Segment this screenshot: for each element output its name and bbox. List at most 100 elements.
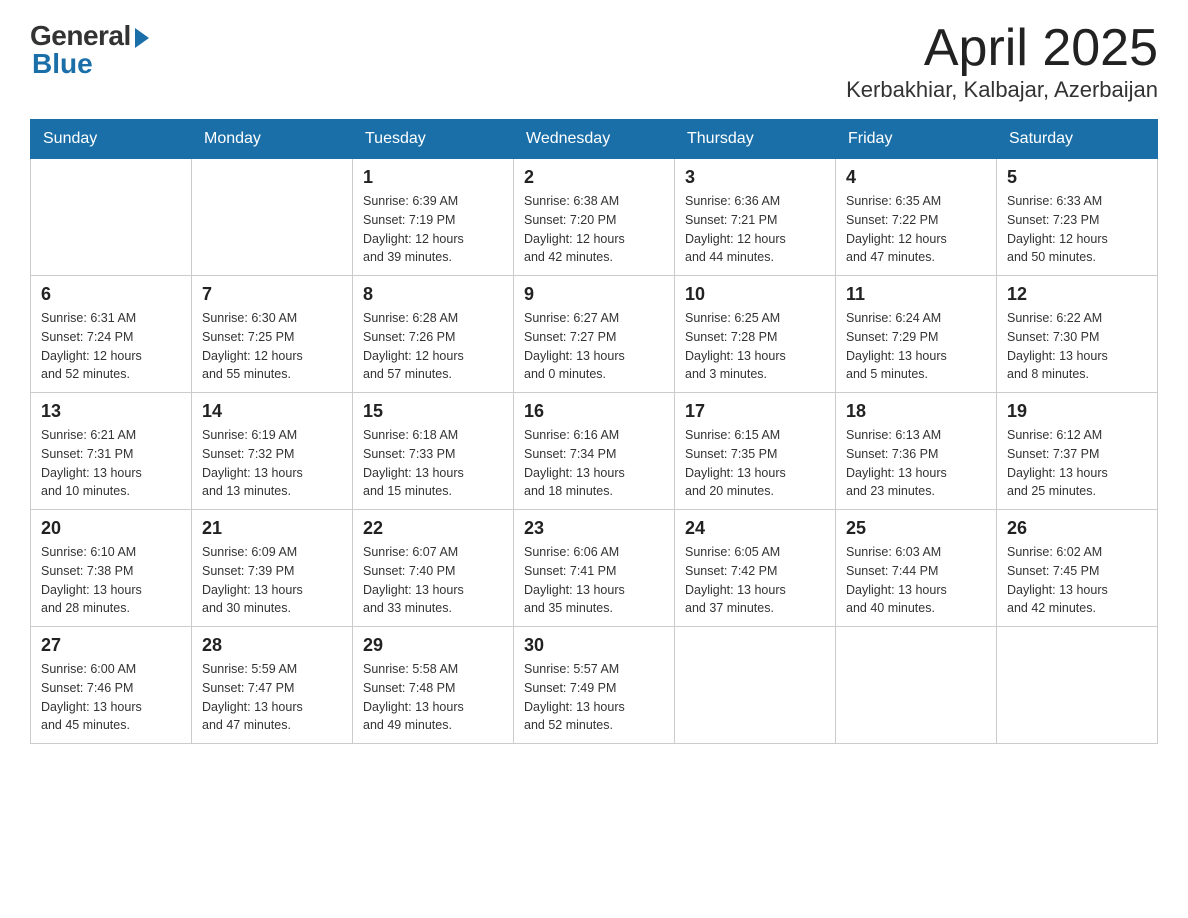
logo: General Blue	[30, 20, 149, 80]
day-number: 21	[202, 518, 342, 539]
calendar-cell: 6 Sunrise: 6:31 AM Sunset: 7:24 PM Daylig…	[31, 276, 192, 393]
day-number: 17	[685, 401, 825, 422]
day-number: 18	[846, 401, 986, 422]
calendar-cell: 13 Sunrise: 6:21 AM Sunset: 7:31 PM Dayli…	[31, 393, 192, 510]
day-number: 15	[363, 401, 503, 422]
calendar-cell: 21Sunrise: 6:09 AM Sunset: 7:39 PM Dayli…	[192, 510, 353, 627]
day-number: 19	[1007, 401, 1147, 422]
day-number: 27	[41, 635, 181, 656]
day-number: 28	[202, 635, 342, 656]
calendar-cell: 18 Sunrise: 6:13 AM Sunset: 7:36 PM Dayli…	[836, 393, 997, 510]
calendar-week-row: 1 Sunrise: 6:39 AM Sunset: 7:19 PM Daylig…	[31, 159, 1158, 276]
weekday-header-tuesday: Tuesday	[353, 120, 514, 159]
day-number: 26	[1007, 518, 1147, 539]
day-info: Sunrise: 6:25 AM Sunset: 7:28 PM Dayligh…	[685, 309, 825, 384]
day-info: Sunrise: 6:12 AM Sunset: 7:37 PM Dayligh…	[1007, 426, 1147, 501]
day-info: Sunrise: 6:18 AM Sunset: 7:33 PM Dayligh…	[363, 426, 503, 501]
calendar-cell: 16 Sunrise: 6:16 AM Sunset: 7:34 PM Dayli…	[514, 393, 675, 510]
calendar-cell	[836, 627, 997, 744]
calendar-cell	[192, 159, 353, 276]
day-number: 12	[1007, 284, 1147, 305]
weekday-header-monday: Monday	[192, 120, 353, 159]
calendar-cell: 20 Sunrise: 6:10 AM Sunset: 7:38 PM Dayli…	[31, 510, 192, 627]
day-number: 6	[41, 284, 181, 305]
day-number: 25	[846, 518, 986, 539]
day-number: 5	[1007, 167, 1147, 188]
month-title: April 2025	[846, 20, 1158, 77]
weekday-header-wednesday: Wednesday	[514, 120, 675, 159]
day-info: Sunrise: 6:16 AM Sunset: 7:34 PM Dayligh…	[524, 426, 664, 501]
calendar-week-row: 20 Sunrise: 6:10 AM Sunset: 7:38 PM Dayli…	[31, 510, 1158, 627]
day-info: Sunrise: 6:31 AM Sunset: 7:24 PM Dayligh…	[41, 309, 181, 384]
calendar-cell: 12 Sunrise: 6:22 AM Sunset: 7:30 PM Dayli…	[997, 276, 1158, 393]
day-number: 11	[846, 284, 986, 305]
day-info: Sunrise: 6:39 AM Sunset: 7:19 PM Dayligh…	[363, 192, 503, 267]
day-number: 4	[846, 167, 986, 188]
day-info: Sunrise: 6:19 AM Sunset: 7:32 PM Dayligh…	[202, 426, 342, 501]
calendar-week-row: 27 Sunrise: 6:00 AM Sunset: 7:46 PM Dayli…	[31, 627, 1158, 744]
calendar-week-row: 13 Sunrise: 6:21 AM Sunset: 7:31 PM Dayli…	[31, 393, 1158, 510]
calendar-cell: 27 Sunrise: 6:00 AM Sunset: 7:46 PM Dayli…	[31, 627, 192, 744]
day-info: Sunrise: 6:15 AM Sunset: 7:35 PM Dayligh…	[685, 426, 825, 501]
day-info: Sunrise: 6:06 AM Sunset: 7:41 PM Dayligh…	[524, 543, 664, 618]
location-title: Kerbakhiar, Kalbajar, Azerbaijan	[846, 77, 1158, 103]
title-section: April 2025 Kerbakhiar, Kalbajar, Azerbai…	[846, 20, 1158, 103]
day-number: 9	[524, 284, 664, 305]
day-info: Sunrise: 6:03 AM Sunset: 7:44 PM Dayligh…	[846, 543, 986, 618]
day-number: 13	[41, 401, 181, 422]
calendar-cell: 9Sunrise: 6:27 AM Sunset: 7:27 PM Daylig…	[514, 276, 675, 393]
day-number: 3	[685, 167, 825, 188]
day-info: Sunrise: 6:13 AM Sunset: 7:36 PM Dayligh…	[846, 426, 986, 501]
calendar-table: SundayMondayTuesdayWednesdayThursdayFrid…	[30, 119, 1158, 744]
weekday-header-thursday: Thursday	[675, 120, 836, 159]
day-info: Sunrise: 6:10 AM Sunset: 7:38 PM Dayligh…	[41, 543, 181, 618]
calendar-cell: 23 Sunrise: 6:06 AM Sunset: 7:41 PM Dayli…	[514, 510, 675, 627]
logo-blue-text: Blue	[32, 48, 93, 80]
day-info: Sunrise: 5:57 AM Sunset: 7:49 PM Dayligh…	[524, 660, 664, 735]
calendar-cell: 8 Sunrise: 6:28 AM Sunset: 7:26 PM Daylig…	[353, 276, 514, 393]
calendar-cell: 4 Sunrise: 6:35 AM Sunset: 7:22 PM Daylig…	[836, 159, 997, 276]
day-number: 23	[524, 518, 664, 539]
calendar-cell: 14 Sunrise: 6:19 AM Sunset: 7:32 PM Dayli…	[192, 393, 353, 510]
day-info: Sunrise: 6:36 AM Sunset: 7:21 PM Dayligh…	[685, 192, 825, 267]
weekday-header-sunday: Sunday	[31, 120, 192, 159]
day-info: Sunrise: 6:02 AM Sunset: 7:45 PM Dayligh…	[1007, 543, 1147, 618]
day-info: Sunrise: 6:35 AM Sunset: 7:22 PM Dayligh…	[846, 192, 986, 267]
calendar-cell: 1 Sunrise: 6:39 AM Sunset: 7:19 PM Daylig…	[353, 159, 514, 276]
day-info: Sunrise: 6:24 AM Sunset: 7:29 PM Dayligh…	[846, 309, 986, 384]
day-number: 30	[524, 635, 664, 656]
day-number: 14	[202, 401, 342, 422]
day-number: 24	[685, 518, 825, 539]
day-number: 1	[363, 167, 503, 188]
day-number: 2	[524, 167, 664, 188]
day-info: Sunrise: 6:21 AM Sunset: 7:31 PM Dayligh…	[41, 426, 181, 501]
day-info: Sunrise: 6:22 AM Sunset: 7:30 PM Dayligh…	[1007, 309, 1147, 384]
calendar-week-row: 6 Sunrise: 6:31 AM Sunset: 7:24 PM Daylig…	[31, 276, 1158, 393]
calendar-cell: 11 Sunrise: 6:24 AM Sunset: 7:29 PM Dayli…	[836, 276, 997, 393]
calendar-cell: 3 Sunrise: 6:36 AM Sunset: 7:21 PM Daylig…	[675, 159, 836, 276]
calendar-cell: 26 Sunrise: 6:02 AM Sunset: 7:45 PM Dayli…	[997, 510, 1158, 627]
calendar-cell	[31, 159, 192, 276]
day-info: Sunrise: 6:28 AM Sunset: 7:26 PM Dayligh…	[363, 309, 503, 384]
calendar-cell: 10 Sunrise: 6:25 AM Sunset: 7:28 PM Dayli…	[675, 276, 836, 393]
calendar-cell: 30 Sunrise: 5:57 AM Sunset: 7:49 PM Dayli…	[514, 627, 675, 744]
calendar-cell: 24Sunrise: 6:05 AM Sunset: 7:42 PM Dayli…	[675, 510, 836, 627]
weekday-header-saturday: Saturday	[997, 120, 1158, 159]
day-number: 8	[363, 284, 503, 305]
calendar-cell: 25 Sunrise: 6:03 AM Sunset: 7:44 PM Dayli…	[836, 510, 997, 627]
day-number: 20	[41, 518, 181, 539]
day-number: 16	[524, 401, 664, 422]
weekday-header-friday: Friday	[836, 120, 997, 159]
calendar-header-row: SundayMondayTuesdayWednesdayThursdayFrid…	[31, 120, 1158, 159]
day-number: 22	[363, 518, 503, 539]
calendar-cell: 15 Sunrise: 6:18 AM Sunset: 7:33 PM Dayli…	[353, 393, 514, 510]
day-info: Sunrise: 6:00 AM Sunset: 7:46 PM Dayligh…	[41, 660, 181, 735]
day-number: 10	[685, 284, 825, 305]
calendar-cell	[675, 627, 836, 744]
calendar-cell	[997, 627, 1158, 744]
day-info: Sunrise: 5:59 AM Sunset: 7:47 PM Dayligh…	[202, 660, 342, 735]
calendar-cell: 5Sunrise: 6:33 AM Sunset: 7:23 PM Daylig…	[997, 159, 1158, 276]
calendar-cell: 22 Sunrise: 6:07 AM Sunset: 7:40 PM Dayli…	[353, 510, 514, 627]
calendar-cell: 19 Sunrise: 6:12 AM Sunset: 7:37 PM Dayli…	[997, 393, 1158, 510]
day-info: Sunrise: 6:07 AM Sunset: 7:40 PM Dayligh…	[363, 543, 503, 618]
